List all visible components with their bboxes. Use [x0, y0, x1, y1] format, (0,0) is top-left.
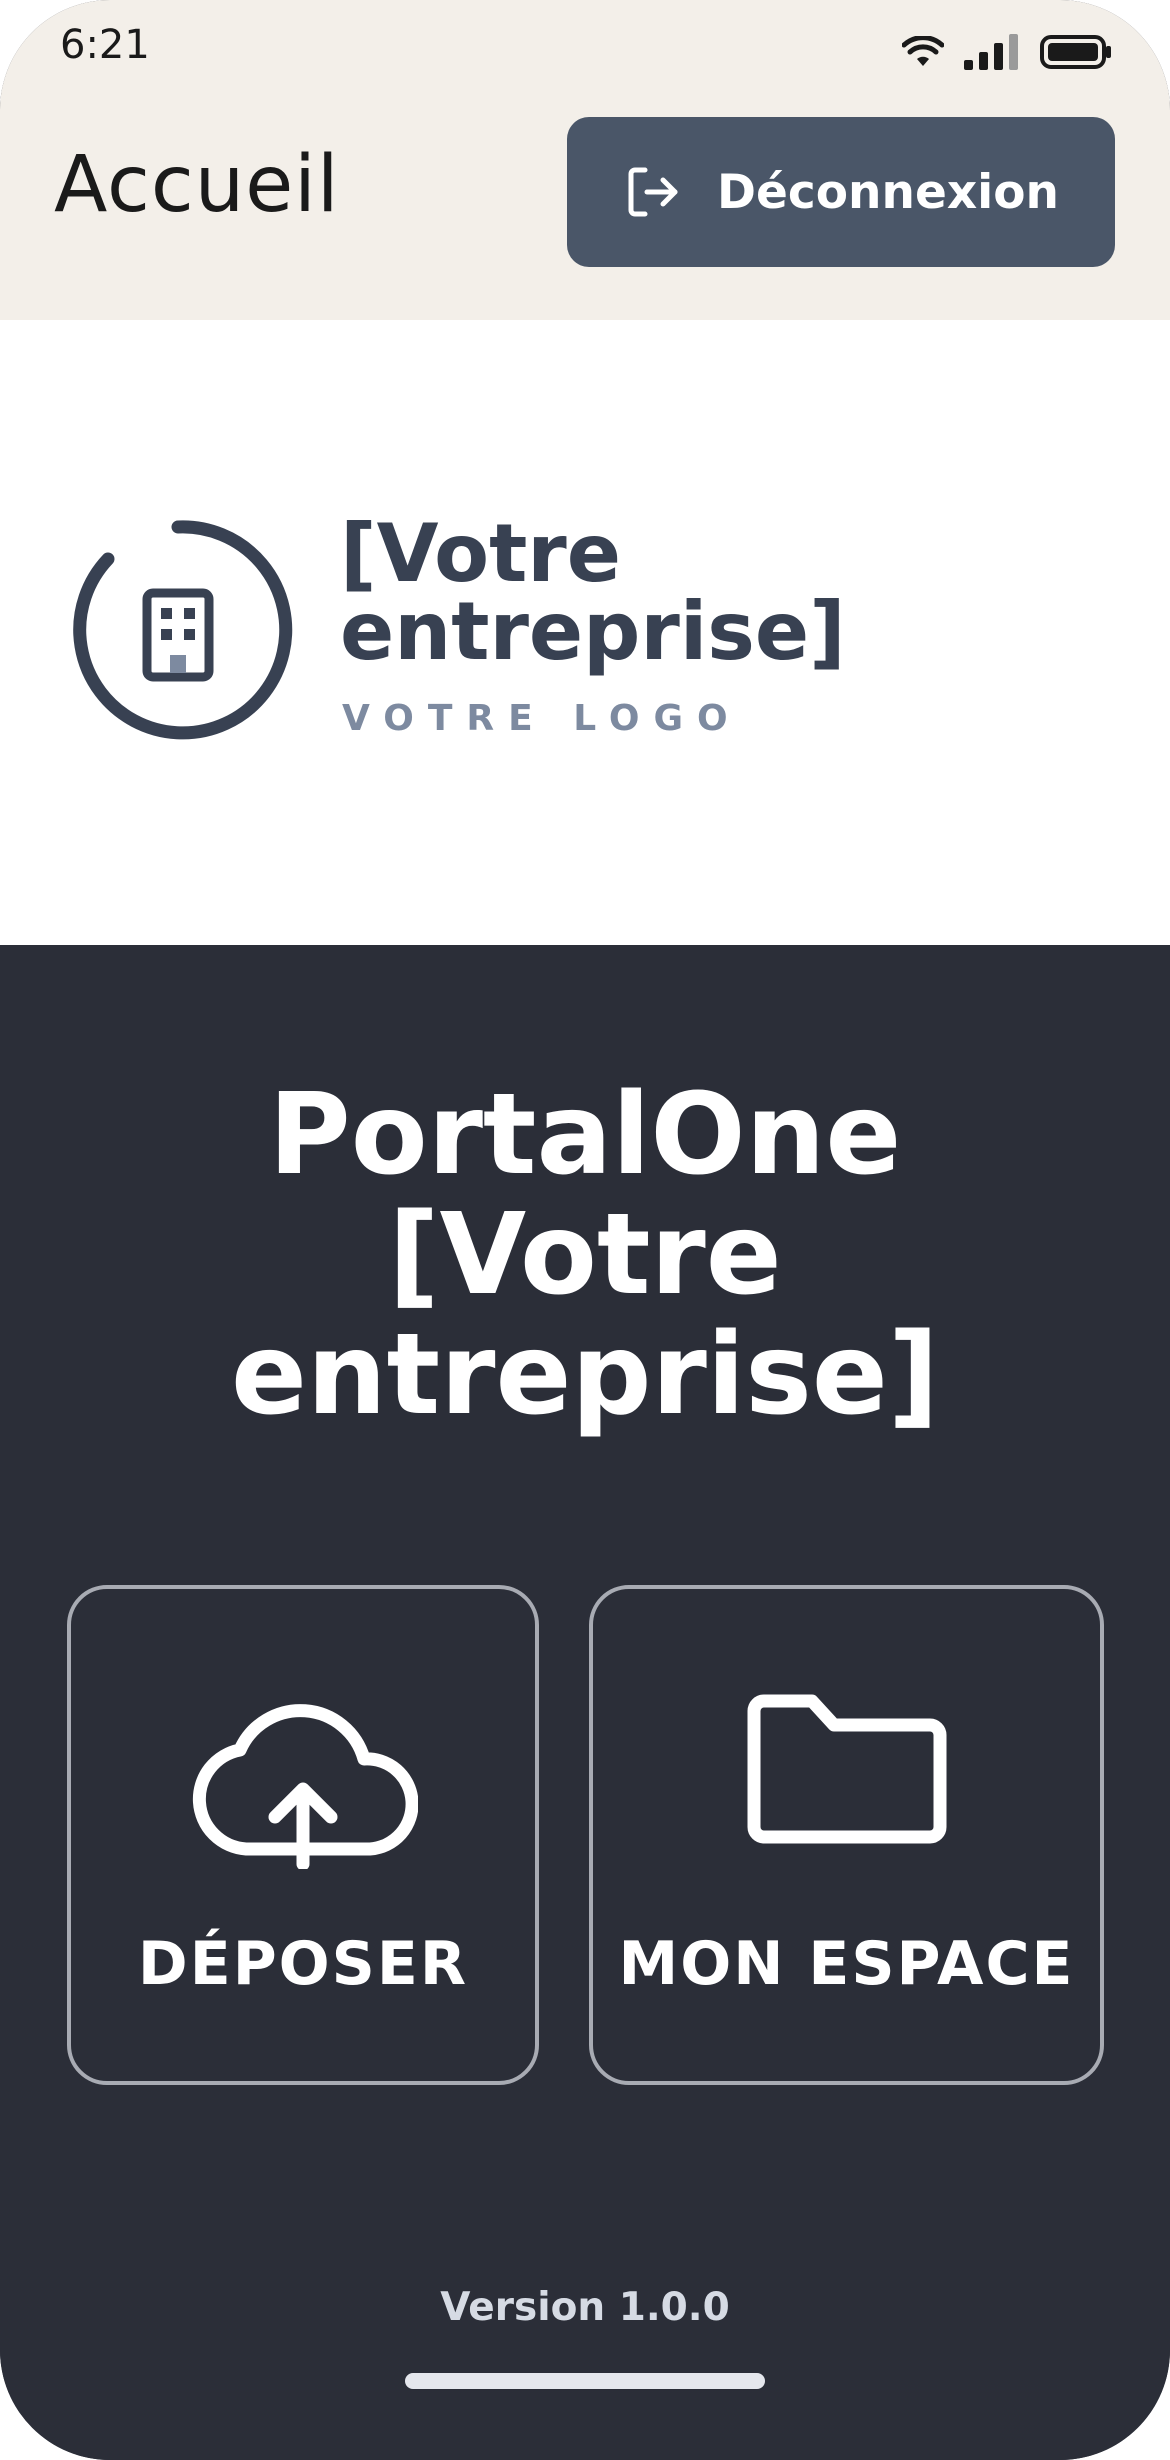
company-name: [Votre entreprise]	[340, 507, 846, 678]
top-header: 6:21 Accueil Déconnexion	[0, 0, 1170, 320]
signal-icon	[964, 34, 1018, 70]
portal-title-text: PortalOne [Votre entreprise]	[230, 1070, 940, 1440]
logout-label: Déconnexion	[716, 164, 1059, 220]
cloud-upload-icon	[192, 1704, 418, 1869]
status-time: 6:21	[60, 22, 150, 68]
logout-icon	[628, 167, 678, 217]
my-space-tile[interactable]: MON ESPACE	[589, 1585, 1104, 2085]
version-text: Version 1.0.0	[440, 2285, 730, 2330]
logo-tagline: VOTRE LOGO	[342, 698, 742, 739]
my-space-label: MON ESPACE	[618, 1929, 1075, 1999]
upload-label: DÉPOSER	[137, 1929, 469, 1999]
page-title: Accueil	[54, 140, 340, 230]
logout-button[interactable]: Déconnexion	[567, 117, 1115, 267]
status-icons	[902, 28, 1112, 76]
folder-icon	[747, 1694, 946, 1844]
phone-screen: 6:21 Accueil Déconnexion [Votre entrepri…	[0, 0, 1170, 2460]
battery-icon	[1040, 35, 1111, 69]
main-panel: PortalOne [Votre entreprise] DÉPOSER MON…	[0, 945, 1170, 2460]
logo-section: [Votre entreprise] VOTRE LOGO	[0, 320, 1170, 945]
upload-tile[interactable]: DÉPOSER	[67, 1585, 539, 2085]
portal-title: PortalOne [Votre entreprise]	[0, 1075, 1170, 1435]
building-icon	[73, 520, 293, 740]
home-indicator[interactable]	[405, 2373, 765, 2389]
wifi-icon	[902, 36, 944, 66]
